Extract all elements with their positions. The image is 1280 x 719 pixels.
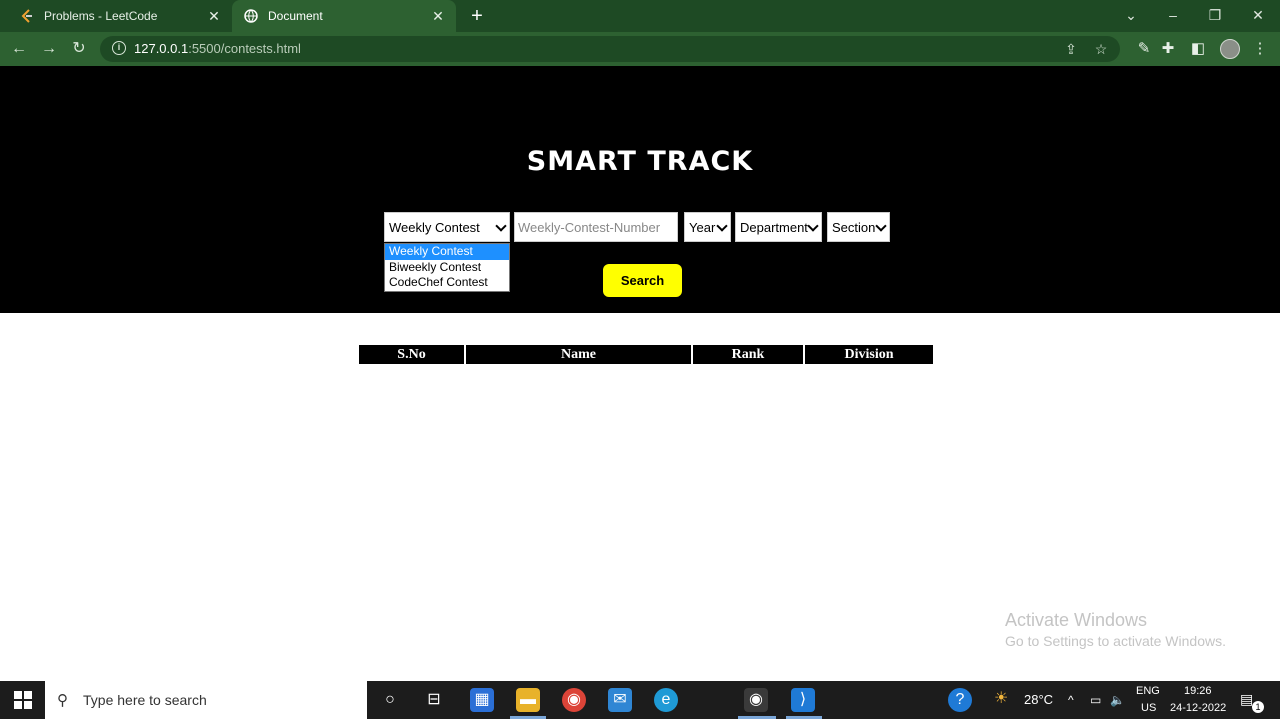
search-icon: ⚲	[57, 692, 68, 709]
selected-value: Department	[740, 219, 808, 235]
contest-number-input[interactable]: Weekly-Contest-Number	[514, 212, 678, 242]
tab-title: Document	[268, 9, 323, 23]
language-indicator[interactable]: ENG	[1136, 685, 1160, 697]
contest-number-placeholder: Weekly-Contest-Number	[518, 219, 661, 235]
taskbar-search-box[interactable]: ⚲ Type here to search	[45, 681, 367, 719]
back-arrow-icon[interactable]: ←	[8, 38, 30, 60]
mail-icon[interactable]: ✉	[608, 688, 632, 712]
department-select[interactable]: Department	[735, 212, 822, 242]
taskbar-search-placeholder: Type here to search	[83, 692, 207, 708]
info-icon[interactable]: i	[112, 41, 126, 55]
column-header-name: Name	[466, 345, 693, 364]
dropdown-option-weekly[interactable]: Weekly Contest	[385, 244, 509, 260]
tab-document[interactable]: Document ✕	[232, 0, 456, 32]
url-text[interactable]: 127.0.0.1:5500/contests.html	[134, 41, 301, 56]
restore-icon[interactable]: ❐	[1200, 4, 1230, 26]
browser-toolbar: ← → ↻ i 127.0.0.1:5500/contests.html ⇪ ☆…	[0, 32, 1280, 66]
browser-tab-strip: Problems - LeetCode ✕ Document ✕ + ⌄ – ❐…	[0, 0, 1280, 32]
notification-badge: 1	[1252, 701, 1264, 713]
temperature-text[interactable]: 28°C	[1024, 681, 1053, 719]
windows-start-icon[interactable]	[14, 691, 32, 709]
address-bar[interactable]: i 127.0.0.1:5500/contests.html ⇪ ☆	[100, 36, 1120, 62]
activate-windows-subtitle: Go to Settings to activate Windows.	[1005, 633, 1226, 649]
file-explorer-icon[interactable]: ▬	[516, 688, 540, 712]
activate-windows-title: Activate Windows	[1005, 610, 1148, 630]
globe-icon	[244, 9, 258, 23]
task-view-icon[interactable]: ⊟	[422, 688, 446, 712]
column-header-rank: Rank	[693, 345, 805, 364]
help-icon[interactable]: ?	[948, 688, 972, 712]
hero-section: SMART TRACK Weekly Contest Weekly-Contes…	[0, 66, 1280, 313]
side-panel-icon[interactable]: ◧	[1188, 39, 1208, 59]
leetcode-favicon-icon	[20, 9, 34, 23]
vscode-icon[interactable]: ⟩	[791, 688, 815, 712]
clock-date[interactable]: 24-12-2022	[1170, 702, 1226, 714]
dropdown-option-codechef[interactable]: CodeChef Contest	[385, 275, 509, 291]
column-header-division: Division	[844, 347, 894, 362]
clock-time[interactable]: 19:26	[1184, 685, 1212, 697]
puzzle-icon[interactable]: ✚	[1158, 39, 1178, 59]
dropdown-option-biweekly[interactable]: Biweekly Contest	[385, 260, 509, 276]
edge-icon[interactable]: e	[654, 688, 678, 712]
chrome-profile-icon[interactable]: ◉	[744, 688, 768, 712]
close-icon[interactable]: ✕	[430, 8, 446, 24]
tab-title: Problems - LeetCode	[44, 9, 158, 23]
extension-icon[interactable]: ✎	[1134, 39, 1154, 59]
windows-taskbar: ⚲ Type here to search ○ ⊟ ▦ ▬ ◉ ✉ e ◉ ⟩ …	[0, 681, 1280, 719]
store-icon[interactable]: ▦	[470, 688, 494, 712]
battery-icon[interactable]: ▭	[1090, 681, 1101, 719]
close-window-icon[interactable]: ✕	[1243, 4, 1273, 26]
minimize-icon[interactable]: –	[1158, 4, 1188, 26]
contest-type-select[interactable]: Weekly Contest	[384, 212, 510, 242]
chevron-up-icon[interactable]: ^	[1068, 681, 1074, 719]
speaker-icon[interactable]: 🔈	[1110, 681, 1125, 719]
region-indicator[interactable]: US	[1141, 702, 1156, 714]
column-header-sno: S.No	[359, 345, 466, 364]
chevron-down-icon	[495, 220, 507, 232]
reload-icon[interactable]: ↻	[68, 38, 90, 60]
chevron-down-icon	[807, 220, 819, 232]
avatar[interactable]	[1220, 39, 1240, 59]
weather-icon[interactable]: ☀	[994, 688, 1008, 712]
year-select[interactable]: Year	[684, 212, 731, 242]
selected-value: Weekly Contest	[389, 219, 480, 235]
bookmark-star-icon[interactable]: ☆	[1092, 40, 1110, 58]
chrome-icon[interactable]: ◉	[562, 688, 586, 712]
section-select[interactable]: Section	[827, 212, 890, 242]
selected-value: Section	[832, 219, 876, 235]
cortana-icon[interactable]: ○	[378, 688, 402, 712]
kebab-menu-icon[interactable]: ⋮	[1250, 39, 1270, 59]
page-title: SMART TRACK	[526, 146, 754, 177]
results-table-header: S.No Name Rank Division	[359, 345, 933, 364]
chevron-down-icon	[875, 220, 887, 232]
tab-leetcode[interactable]: Problems - LeetCode ✕	[8, 0, 232, 32]
chevron-down-icon	[716, 220, 728, 232]
close-icon[interactable]: ✕	[206, 8, 222, 24]
forward-arrow-icon[interactable]: →	[38, 38, 60, 60]
share-icon[interactable]: ⇪	[1062, 40, 1080, 58]
search-button[interactable]: Search	[603, 264, 682, 297]
new-tab-icon[interactable]: +	[466, 6, 488, 28]
chevron-down-icon[interactable]: ⌄	[1116, 4, 1146, 26]
selected-value: Year	[689, 219, 716, 235]
contest-type-dropdown-list: Weekly Contest Biweekly Contest CodeChef…	[384, 243, 510, 292]
